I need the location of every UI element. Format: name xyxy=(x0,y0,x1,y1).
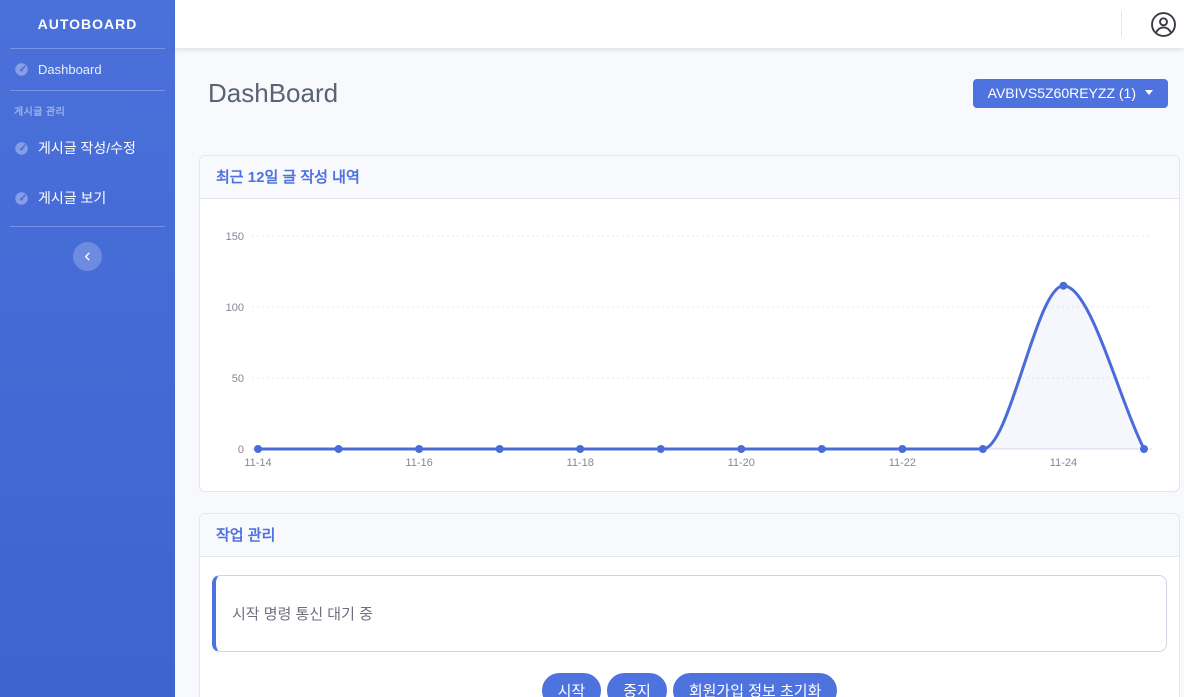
sidebar-item-label: Dashboard xyxy=(38,62,102,77)
svg-text:150: 150 xyxy=(226,231,244,243)
job-card-title: 작업 관리 xyxy=(200,514,1179,557)
user-circle-icon xyxy=(1150,11,1177,38)
tachometer-icon xyxy=(14,62,29,77)
topbar-divider xyxy=(1121,11,1122,37)
sidebar-item-post-view[interactable]: 게시글 보기 xyxy=(0,176,175,220)
sidebar: AUTOBOARD Dashboard 게시글 관리 게시글 작성/수정 xyxy=(0,0,175,697)
svg-text:11-18: 11-18 xyxy=(567,457,594,469)
job-status-box: 시작 명령 통신 대기 중 xyxy=(212,575,1167,652)
sidebar-item-dashboard[interactable]: Dashboard xyxy=(0,49,175,90)
sidebar-item-post-edit[interactable]: 게시글 작성/수정 xyxy=(0,126,175,170)
sidebar-section-heading: 게시글 관리 xyxy=(14,103,161,118)
account-dropdown-button[interactable]: AVBIVS5Z60REYZZ (1) xyxy=(973,79,1168,108)
page-head: DashBoard AVBIVS5Z60REYZZ (1) xyxy=(199,75,1180,111)
sidebar-collapse-button[interactable] xyxy=(73,242,102,271)
chevron-left-icon xyxy=(82,251,93,262)
job-buttons-row: 시작 중지 회원가입 정보 초기화 xyxy=(212,673,1167,697)
chart-card-body: 0 50 100 150 11-14 11-16 11-18 11-20 11-22 11-24 xyxy=(200,199,1179,491)
job-management-card: 작업 관리 시작 명령 통신 대기 중 시작 중지 회원가입 정보 초기화 xyxy=(199,513,1180,697)
caret-down-icon xyxy=(1145,90,1153,95)
app-window: AUTOBOARD Dashboard 게시글 관리 게시글 작성/수정 xyxy=(0,0,1184,697)
svg-text:50: 50 xyxy=(232,373,244,385)
sidebar-divider xyxy=(10,226,165,227)
recent-posts-card-title: 최근 12일 글 작성 내역 xyxy=(200,156,1179,199)
brand-link[interactable]: AUTOBOARD xyxy=(0,0,175,48)
svg-text:11-24: 11-24 xyxy=(1050,457,1077,469)
job-card-body: 시작 명령 통신 대기 중 시작 중지 회원가입 정보 초기화 xyxy=(200,557,1179,697)
topbar xyxy=(175,0,1184,48)
start-button[interactable]: 시작 xyxy=(542,673,602,697)
posts-line-chart: 0 50 100 150 11-14 11-16 11-18 11-20 11-22 11-24 xyxy=(200,199,1179,491)
svg-text:0: 0 xyxy=(238,444,244,456)
stop-button[interactable]: 중지 xyxy=(607,673,667,697)
sidebar-item-label: 게시글 보기 xyxy=(38,188,106,208)
job-status-message: 시작 명령 통신 대기 중 xyxy=(232,606,373,623)
svg-text:11-20: 11-20 xyxy=(728,457,755,469)
svg-text:11-14: 11-14 xyxy=(244,457,271,469)
main-area: DashBoard AVBIVS5Z60REYZZ (1) 최근 12일 글 작… xyxy=(175,0,1184,697)
svg-text:100: 100 xyxy=(226,302,244,314)
tachometer-icon xyxy=(14,191,29,206)
sidebar-divider xyxy=(10,90,165,91)
reset-signup-info-button[interactable]: 회원가입 정보 초기화 xyxy=(673,673,838,697)
recent-posts-card: 최근 12일 글 작성 내역 0 50 100 150 11-14 11-16 11-18 1… xyxy=(199,155,1180,492)
tachometer-icon xyxy=(14,141,29,156)
account-dropdown-label: AVBIVS5Z60REYZZ (1) xyxy=(988,85,1136,101)
brand-title: AUTOBOARD xyxy=(38,16,138,32)
user-menu-button[interactable] xyxy=(1150,11,1177,38)
page-title: DashBoard xyxy=(208,78,338,109)
page-content: DashBoard AVBIVS5Z60REYZZ (1) 최근 12일 글 작… xyxy=(175,48,1184,697)
sidebar-item-label: 게시글 작성/수정 xyxy=(38,138,136,158)
svg-text:11-22: 11-22 xyxy=(889,457,916,469)
svg-text:11-16: 11-16 xyxy=(405,457,432,469)
